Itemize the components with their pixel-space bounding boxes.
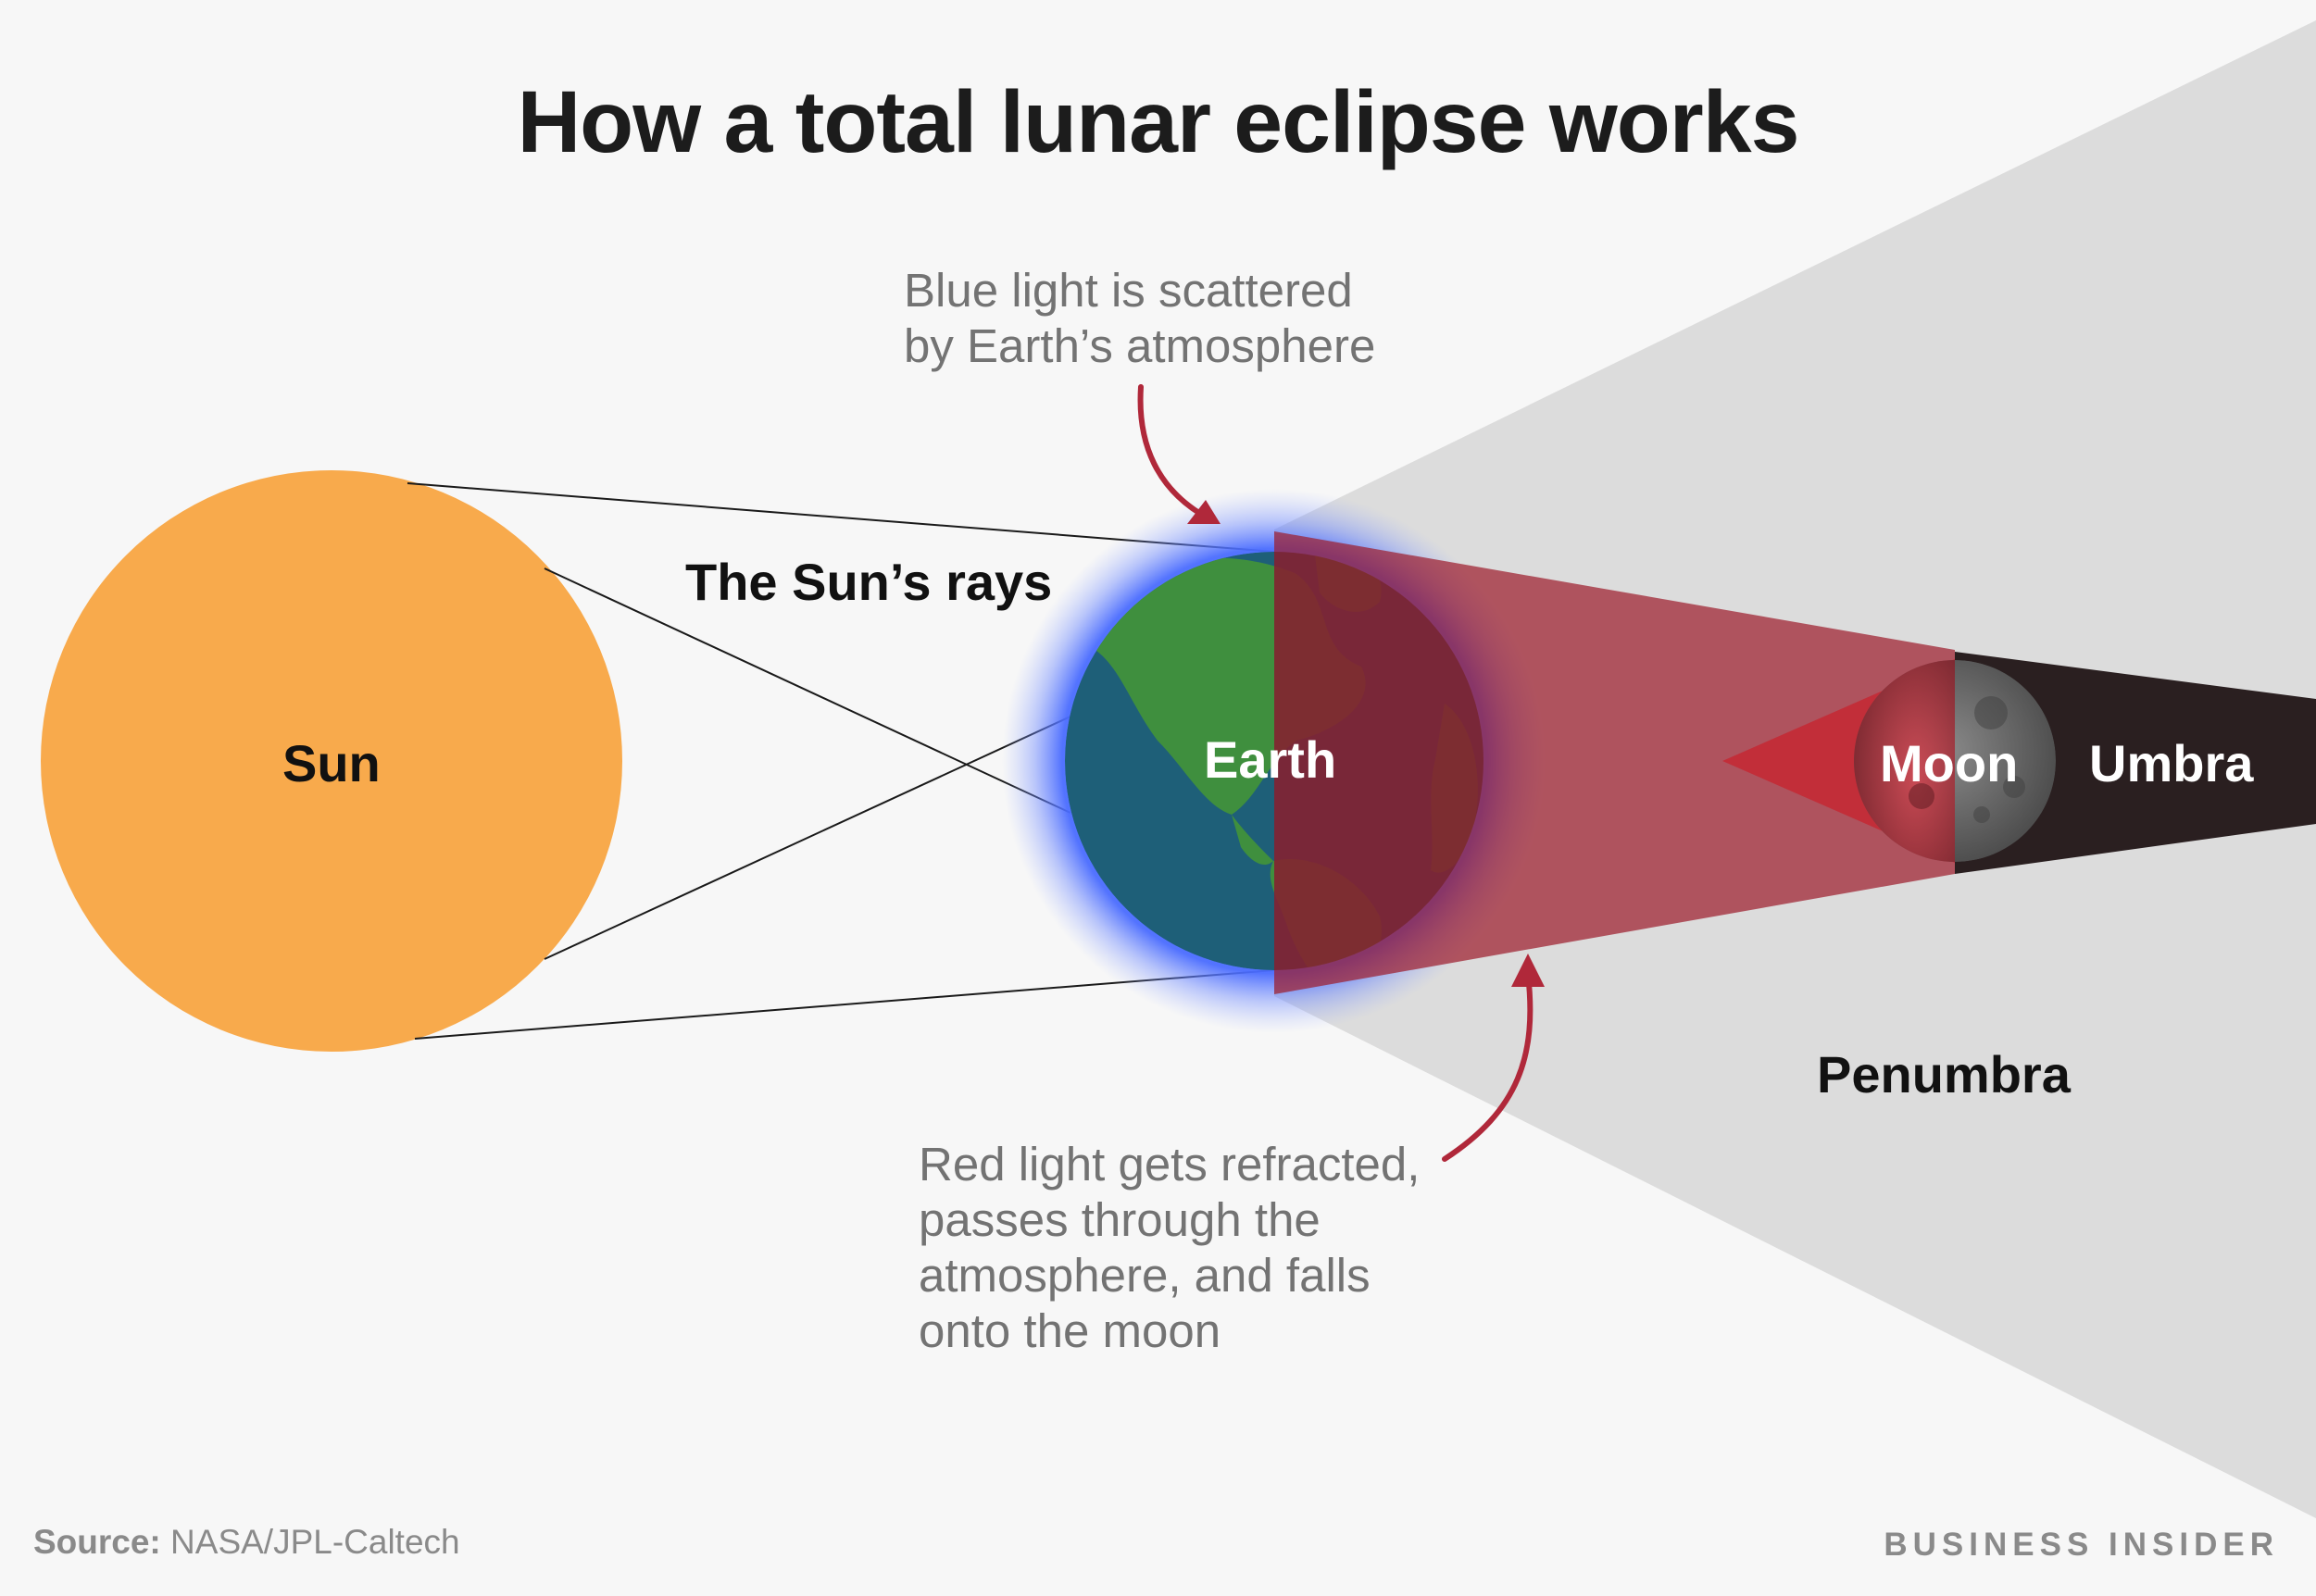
penumbra-label: Penumbra [1817,1045,2071,1103]
red-light-annotation: Red light gets refracted, passes through… [919,1138,1421,1357]
blue-light-arrow [1137,384,1211,521]
umbra-label: Umbra [2089,734,2254,792]
blue-light-annotation: Blue light is scattered by Earth’s atmos… [904,264,1376,372]
moon-label: Moon [1880,734,2019,792]
source-label: Source: [33,1523,161,1561]
sun-rays-label: The Sun’s rays [685,553,1053,611]
page-title: How a total lunar eclipse works [517,73,1800,171]
source-text: NASA/JPL-Caltech [170,1523,460,1561]
sun-label: Sun [282,734,381,792]
eclipse-diagram: How a total lunar eclipse works Blue lig… [0,0,2316,1596]
earth-label: Earth [1204,730,1337,789]
brand-logo: BUSINESS INSIDER [1884,1527,2279,1563]
source-credit: Source: NASA/JPL-Caltech [33,1523,460,1562]
